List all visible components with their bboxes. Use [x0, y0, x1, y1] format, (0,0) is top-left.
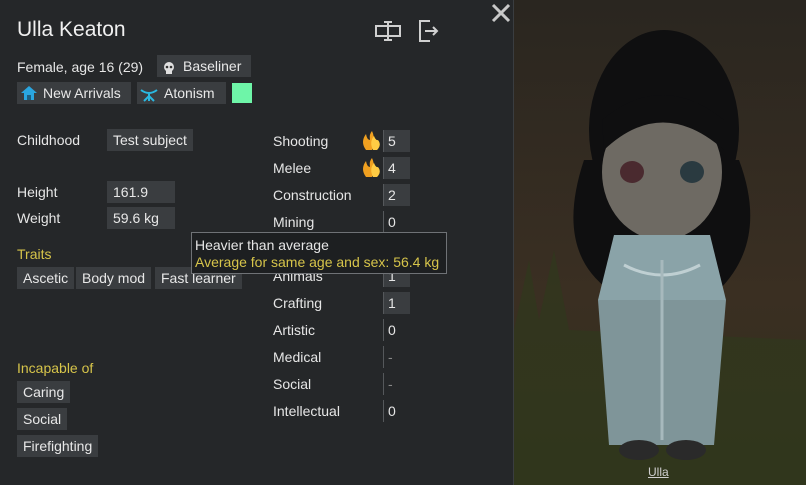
skill-level-bar: 5: [383, 130, 410, 152]
incapable-chip[interactable]: Caring: [17, 381, 71, 403]
weight-value[interactable]: 59.6 kg: [107, 207, 175, 229]
incapable-title: Incapable of: [17, 360, 94, 376]
skill-level-bar: -: [383, 346, 410, 368]
trait-chip[interactable]: Ascetic: [17, 267, 75, 289]
banish-icon[interactable]: [417, 19, 439, 48]
skill-level-value: 4: [388, 160, 396, 176]
favorite-color-swatch[interactable]: [232, 83, 252, 103]
skill-name: Medical: [273, 349, 322, 365]
pawn-name: Ulla Keaton: [17, 18, 126, 41]
pawn-summary: Female, age 16 (29): [17, 59, 144, 75]
skill-name: Crafting: [273, 295, 323, 311]
childhood-label: Childhood: [17, 132, 81, 148]
tooltip-line2: Average for same age and sex: 56.4 kg: [195, 254, 440, 270]
skill-level-value: 0: [388, 214, 396, 230]
close-icon[interactable]: [490, 2, 512, 29]
faction-chip[interactable]: New Arrivals: [17, 82, 131, 104]
passion-flame-icon: [360, 157, 382, 184]
skill-level-value: 1: [388, 295, 396, 311]
skill-level-bar: 0: [383, 211, 410, 233]
rename-icon[interactable]: [375, 21, 401, 46]
passion-flame-icon: [360, 130, 382, 157]
childhood-value[interactable]: Test subject: [107, 129, 193, 151]
trait-chip[interactable]: Body mod: [76, 267, 152, 289]
height-label: Height: [17, 184, 58, 200]
pawn-portrait: Ulla: [514, 0, 806, 485]
skill-level-value: 0: [388, 403, 396, 419]
ideology-symbol-icon: [140, 86, 158, 108]
skill-level-value: 5: [388, 133, 396, 149]
skill-level-value: 2: [388, 187, 396, 203]
tooltip-line1: Heavier than average: [195, 237, 329, 253]
skill-name: Melee: [273, 160, 312, 176]
weight-label: Weight: [17, 210, 61, 226]
xenotype-chip[interactable]: Baseliner: [157, 55, 251, 77]
weight-tooltip: Heavier than average Average for same ag…: [191, 232, 447, 274]
skill-level-value: -: [388, 376, 393, 392]
pawn-portrait-image: [514, 30, 806, 485]
skill-name: Artistic: [273, 322, 315, 338]
ideology-chip[interactable]: Atonism: [137, 82, 226, 104]
skill-level-bar: 2: [383, 184, 410, 206]
skill-name: Mining: [273, 214, 315, 230]
skill-level-bar: 4: [383, 157, 410, 179]
portrait-name-label[interactable]: Ulla: [648, 465, 669, 479]
ideology-label: Atonism: [164, 85, 215, 101]
traits-title: Traits: [17, 246, 52, 262]
height-value[interactable]: 161.9 cm: [107, 181, 175, 222]
skill-level-bar: 0: [383, 400, 410, 422]
skill-level-bar: 1: [383, 292, 410, 314]
xenotype-label: Baseliner: [183, 58, 242, 74]
skill-name: Social: [273, 376, 312, 392]
home-icon: [20, 85, 38, 107]
skill-level-value: -: [388, 349, 393, 365]
faction-label: New Arrivals: [43, 85, 121, 101]
character-panel: Ulla Keaton Female, age 16 (29) Baseline…: [0, 0, 514, 485]
incapable-chip[interactable]: Social: [17, 408, 68, 430]
skill-level-value: 0: [388, 322, 396, 338]
skill-name: Construction: [273, 187, 352, 203]
skull-icon: [162, 59, 176, 81]
skill-name: Shooting: [273, 133, 329, 149]
skill-name: Intellectual: [273, 403, 340, 419]
skill-level-bar: 0: [383, 319, 410, 341]
incapable-chip[interactable]: Firefighting: [17, 435, 99, 457]
skill-level-bar: -: [383, 373, 410, 395]
